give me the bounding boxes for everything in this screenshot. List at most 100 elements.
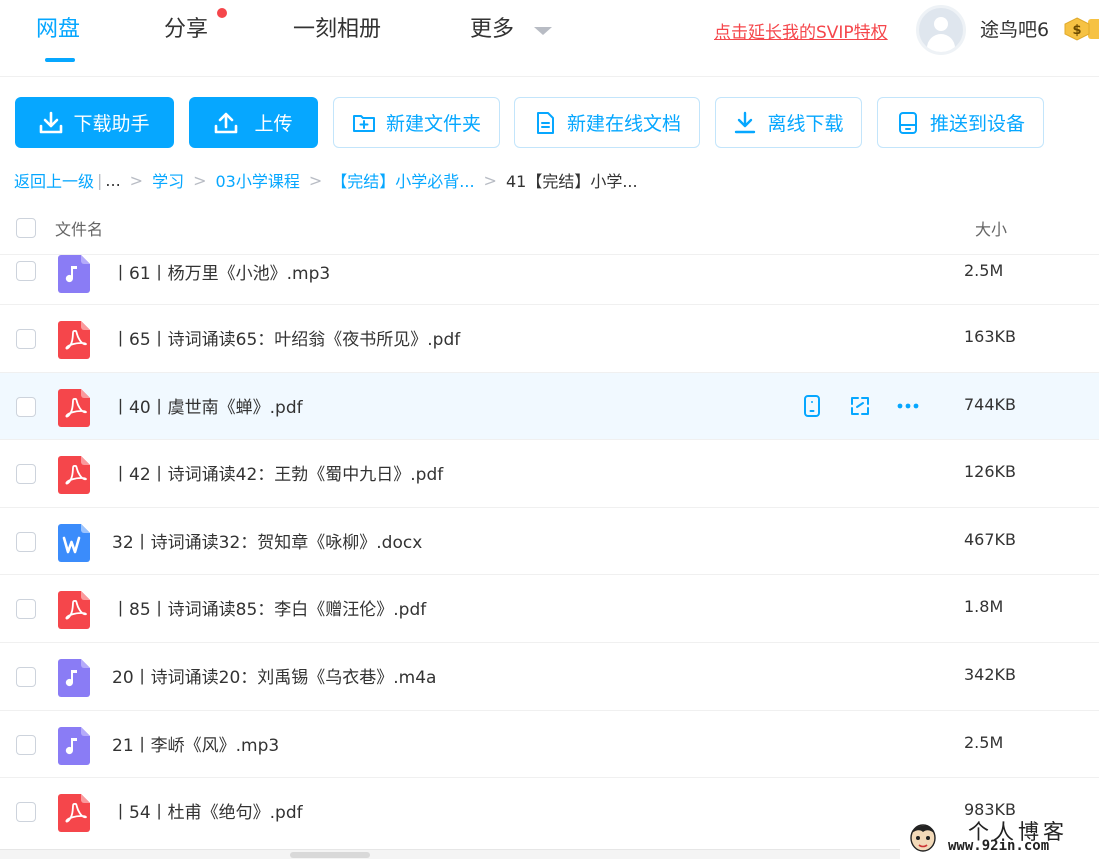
file-size: 126KB	[964, 462, 1017, 482]
breadcrumb-chevron-icon: >	[193, 170, 207, 190]
pdf-file-icon	[58, 794, 92, 833]
download-icon	[39, 111, 63, 135]
file-size: 342KB	[964, 664, 1017, 684]
tab-share[interactable]: 分享	[164, 12, 208, 48]
offline-download-button[interactable]: 离线下载	[715, 97, 862, 148]
caret-down-icon[interactable]	[534, 27, 552, 35]
push-device-icon[interactable]	[800, 394, 824, 418]
coin-symbol: $	[1072, 23, 1081, 38]
blog-watermark: 个人博客 www.92in.com	[900, 816, 1099, 859]
device-icon	[896, 111, 920, 135]
top-nav: 网盘 分享 一刻相册 更多 点击延长我的SVIP特权 途鸟吧6 $	[0, 0, 1099, 77]
netdisk-page: 网盘 分享 一刻相册 更多 点击延长我的SVIP特权 途鸟吧6 $ 下载助手 上…	[0, 0, 1099, 859]
avatar-body-shape	[927, 34, 955, 52]
push-to-device-label: 推送到设备	[929, 113, 1025, 135]
document-icon	[533, 111, 557, 135]
download-helper-button[interactable]: 下载助手	[15, 97, 174, 148]
folder-plus-icon	[352, 111, 376, 135]
coin-icon[interactable]: $	[1063, 17, 1091, 41]
file-row[interactable]: 丨40丨虞世南《蝉》.pdf 744KB	[0, 372, 1099, 441]
avatar-head-shape	[934, 17, 948, 31]
breadcrumb-current: 41【完结】小学...	[505, 172, 638, 191]
row-checkbox[interactable]	[16, 666, 36, 687]
file-name[interactable]: 丨61丨杨万里《小池》.mp3	[112, 259, 330, 284]
row-checkbox[interactable]	[16, 464, 36, 485]
watermark-url: www.92in.com	[948, 838, 1050, 854]
new-folder-button[interactable]: 新建文件夹	[333, 97, 500, 148]
row-checkbox[interactable]	[16, 802, 36, 823]
file-name[interactable]: 丨54丨杜甫《绝句》.pdf	[112, 798, 303, 823]
audio-file-icon	[58, 726, 92, 765]
share-icon[interactable]	[848, 394, 872, 418]
tab-more[interactable]: 更多	[470, 12, 514, 48]
file-size: 467KB	[964, 529, 1017, 549]
file-name[interactable]: 丨85丨诗词诵读85：李白《赠汪伦》.pdf	[112, 595, 426, 620]
new-folder-label: 新建文件夹	[385, 113, 481, 135]
download-helper-label: 下载助手	[73, 113, 150, 135]
scrollbar-thumb[interactable]	[290, 852, 370, 858]
upload-button[interactable]: 上传	[189, 97, 318, 148]
file-name[interactable]: 丨40丨虞世南《蝉》.pdf	[112, 393, 303, 418]
new-online-doc-button[interactable]: 新建在线文档	[514, 97, 700, 148]
cartoon-face-icon	[908, 820, 938, 854]
horizontal-scrollbar[interactable]	[0, 849, 900, 859]
file-size: 2.5M	[964, 261, 1004, 280]
pdf-file-icon	[58, 591, 92, 630]
file-size: 163KB	[964, 327, 1017, 346]
breadcrumb-item-primary-course[interactable]: 03小学课程	[216, 168, 300, 192]
new-online-doc-label: 新建在线文档	[566, 113, 681, 135]
column-header-name[interactable]: 文件名	[55, 216, 103, 240]
file-row[interactable]: 32丨诗词诵读32：贺知章《咏柳》.docx 467KB	[0, 508, 1099, 576]
tab-album[interactable]: 一刻相册	[293, 12, 381, 48]
pdf-file-icon	[58, 456, 92, 495]
upload-icon	[214, 111, 238, 135]
row-checkbox[interactable]	[16, 396, 36, 417]
word-file-icon	[58, 523, 92, 562]
push-to-device-button[interactable]: 推送到设备	[877, 97, 1044, 148]
breadcrumb-chevron-icon: >	[483, 170, 497, 190]
row-checkbox[interactable]	[16, 261, 36, 281]
share-notification-dot	[217, 8, 227, 18]
row-actions	[800, 392, 944, 420]
select-all-checkbox[interactable]	[16, 218, 36, 238]
offline-download-icon	[733, 111, 757, 135]
file-row[interactable]: 20丨诗词诵读20：刘禹锡《乌衣巷》.m4a 342KB	[0, 643, 1099, 711]
file-name[interactable]: 32丨诗词诵读32：贺知章《咏柳》.docx	[112, 528, 422, 553]
svip-renew-link[interactable]: 点击延长我的SVIP特权	[714, 18, 888, 43]
breadcrumb-item-study[interactable]: 学习	[152, 168, 184, 192]
pdf-file-icon	[58, 388, 92, 427]
file-row[interactable]: 丨61丨杨万里《小池》.mp3 2.5M	[0, 255, 1099, 305]
breadcrumb-chevron-icon: >	[129, 170, 144, 190]
file-name[interactable]: 21丨李峤《风》.mp3	[112, 731, 279, 756]
file-name[interactable]: 丨65丨诗词诵读65：叶绍翁《夜书所见》.pdf	[112, 325, 460, 350]
username[interactable]: 途鸟吧6	[980, 15, 1049, 42]
breadcrumb-ellipsis[interactable]: ...	[105, 171, 120, 190]
file-size: 2.5M	[964, 732, 1004, 752]
breadcrumb-back-link[interactable]: 返回上一级	[14, 168, 94, 192]
column-header-size[interactable]: 大小	[975, 216, 1007, 240]
file-name[interactable]: 20丨诗词诵读20：刘禹锡《乌衣巷》.m4a	[112, 663, 436, 688]
file-list-header: 文件名 大小	[0, 205, 1099, 255]
row-checkbox[interactable]	[16, 329, 36, 349]
file-row[interactable]: 丨85丨诗词诵读85：李白《赠汪伦》.pdf 1.8M	[0, 575, 1099, 643]
upload-label: 上传	[254, 113, 293, 135]
file-row[interactable]: 丨42丨诗词诵读42：王勃《蜀中九日》.pdf 126KB	[0, 440, 1099, 508]
row-checkbox[interactable]	[16, 734, 36, 755]
audio-file-icon	[58, 255, 92, 293]
file-size: 744KB	[964, 394, 1017, 414]
offline-download-label: 离线下载	[767, 113, 844, 135]
file-row[interactable]: 丨65丨诗词诵读65：叶绍翁《夜书所见》.pdf 163KB	[0, 305, 1099, 373]
breadcrumb-divider: |	[97, 170, 103, 190]
breadcrumb-item-must-recite[interactable]: 【完结】小学必背...	[331, 168, 474, 192]
tab-netdisk[interactable]: 网盘	[36, 12, 80, 48]
avatar[interactable]	[916, 5, 966, 55]
row-checkbox[interactable]	[16, 599, 36, 620]
file-row[interactable]: 21丨李峤《风》.mp3 2.5M	[0, 711, 1099, 779]
more-options-icon[interactable]	[896, 394, 920, 418]
breadcrumb-chevron-icon: >	[308, 170, 323, 190]
row-checkbox[interactable]	[16, 531, 36, 552]
file-list: 丨61丨杨万里《小池》.mp3 2.5M 丨65丨诗词诵读65：叶绍翁《夜书所见…	[0, 255, 1099, 846]
file-name[interactable]: 丨42丨诗词诵读42：王勃《蜀中九日》.pdf	[112, 460, 443, 485]
audio-file-icon	[58, 658, 92, 697]
active-tab-indicator	[45, 58, 75, 62]
